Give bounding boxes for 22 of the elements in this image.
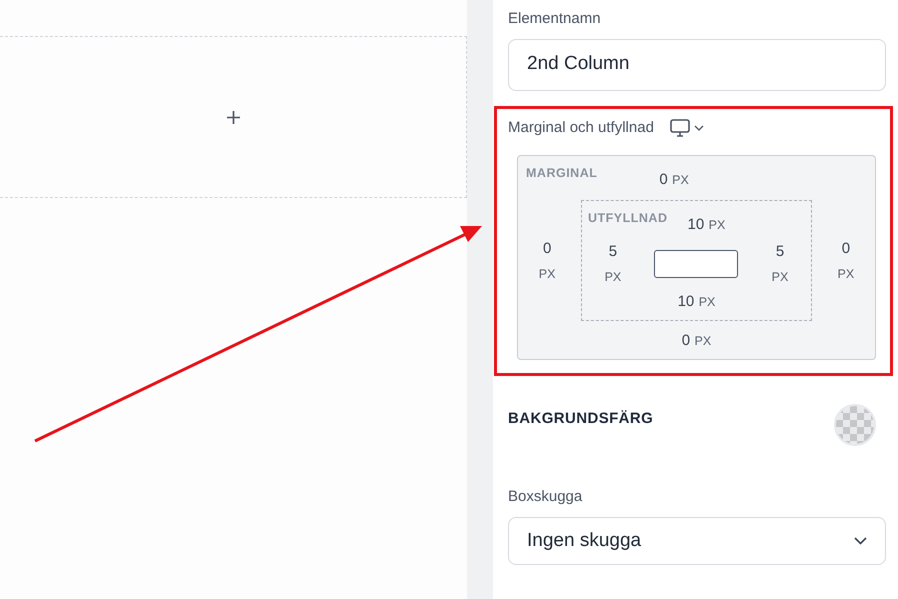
margin-label: MARGINAL — [526, 165, 598, 182]
margin-value[interactable]: 0 PX — [659, 168, 689, 192]
field-label: Boxskugga — [508, 487, 584, 508]
padding-value[interactable]: 5 PX — [772, 241, 788, 286]
margin-value[interactable]: 0 PX — [538, 238, 556, 284]
section-label: Marginal och utfyllnad — [508, 118, 654, 138]
padding-value[interactable]: 10 PX — [687, 213, 726, 237]
color-swatch[interactable] — [834, 404, 876, 446]
padding-value[interactable]: 10 PX — [678, 293, 716, 310]
name-field[interactable]: 2nd Column — [508, 38, 886, 90]
margin-value[interactable]: 0 PX — [682, 332, 712, 350]
plus-icon[interactable] — [226, 110, 240, 124]
field-label: Elementnamn — [508, 9, 602, 29]
margin-value[interactable]: 0 PX — [838, 238, 854, 284]
caret-icon — [694, 124, 704, 131]
padding-label: UTFYLLNAD — [588, 210, 668, 227]
shadow-select[interactable]: Ingen skugga — [508, 516, 886, 565]
device-dropdown[interactable] — [670, 118, 704, 137]
section-heading: BAKGRUNDSFÄRG — [508, 409, 654, 429]
padding-value[interactable]: 5 PX — [604, 241, 622, 286]
chevron-icon — [854, 536, 867, 545]
monitor-icon — [670, 118, 690, 137]
